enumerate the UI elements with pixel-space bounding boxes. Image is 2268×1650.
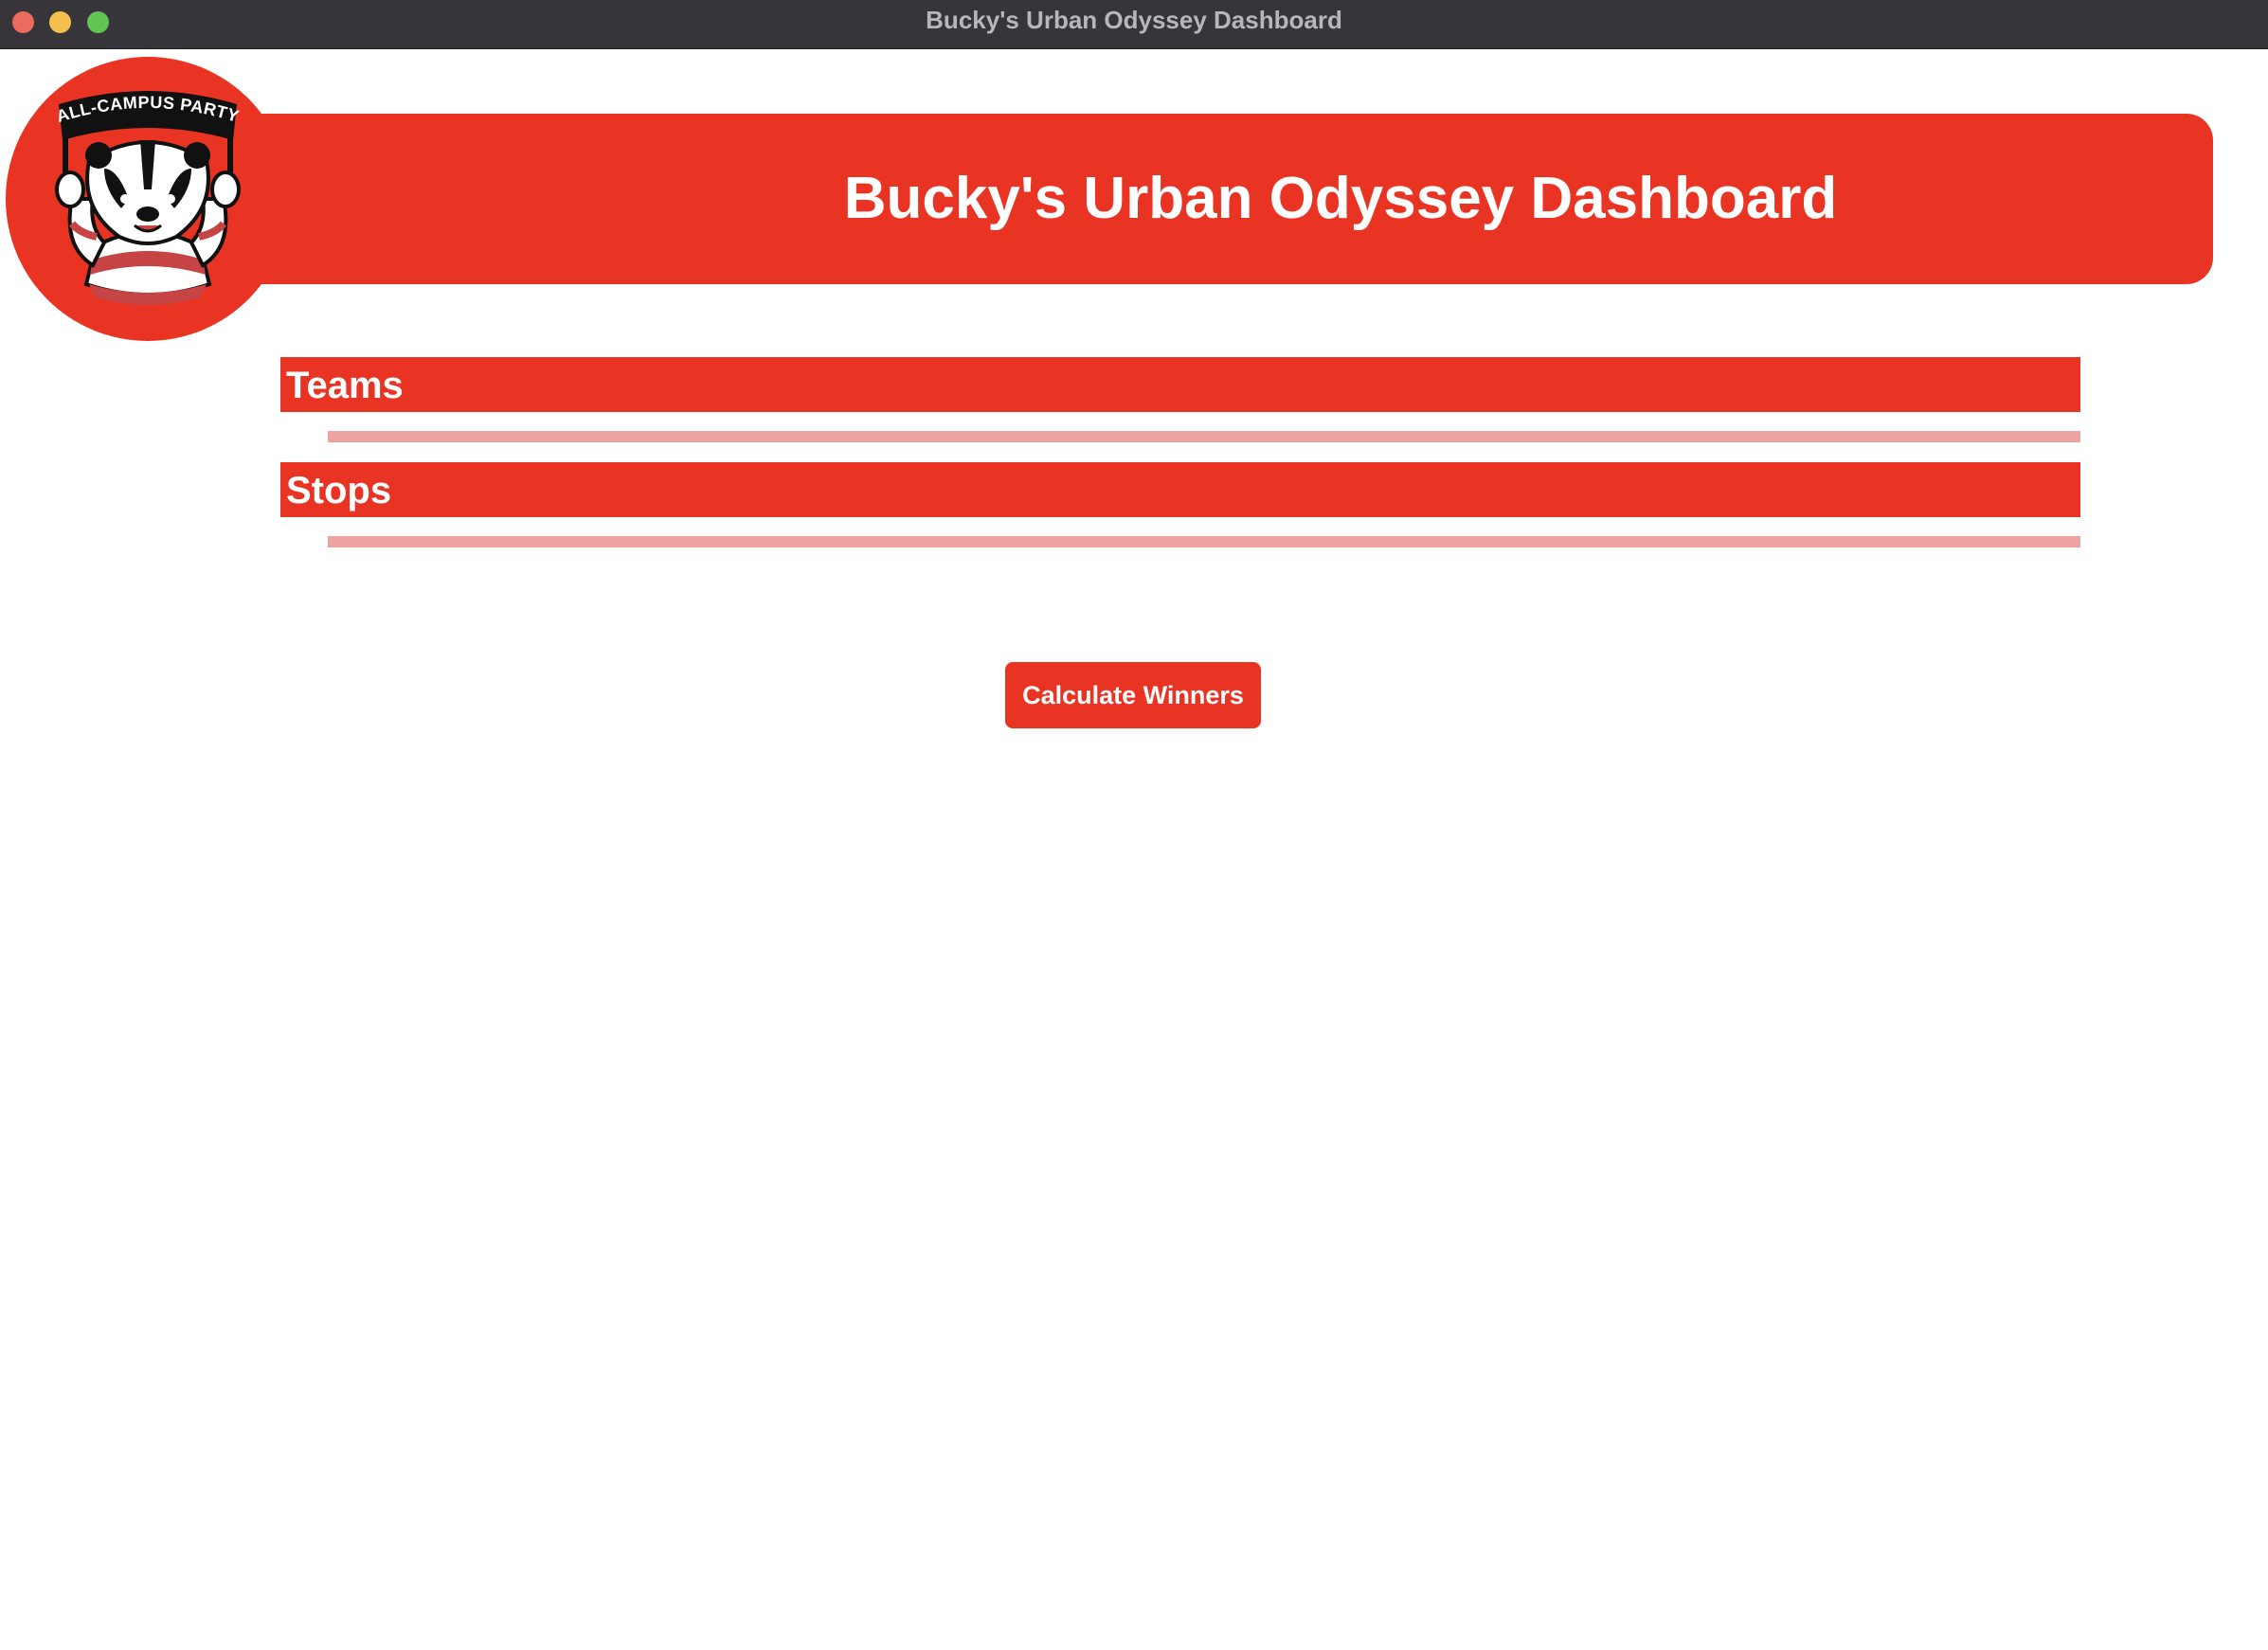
page-title: Bucky's Urban Odyssey Dashboard xyxy=(843,166,1838,231)
calculate-winners-button[interactable]: Calculate Winners xyxy=(1005,662,1261,728)
page-content: Bucky's Urban Odyssey Dashboard ALL-CAMP… xyxy=(0,49,2268,1650)
app-window: Bucky's Urban Odyssey Dashboard Bucky's … xyxy=(0,0,2268,1650)
teams-section-title: Teams xyxy=(286,365,404,406)
stops-list xyxy=(328,536,2080,547)
stops-section-header: Stops xyxy=(280,462,2080,517)
stops-section-title: Stops xyxy=(286,470,392,511)
teams-section-header: Teams xyxy=(280,357,2080,412)
window-titlebar: Bucky's Urban Odyssey Dashboard xyxy=(0,0,2268,49)
badger-mascot-icon: ALL-CAMPUS PARTY xyxy=(54,91,241,305)
bucky-badger-logo: ALL-CAMPUS PARTY xyxy=(6,57,290,341)
header-banner: Bucky's Urban Odyssey Dashboard xyxy=(152,114,2213,284)
teams-list xyxy=(328,431,2080,442)
window-title: Bucky's Urban Odyssey Dashboard xyxy=(926,6,1342,34)
